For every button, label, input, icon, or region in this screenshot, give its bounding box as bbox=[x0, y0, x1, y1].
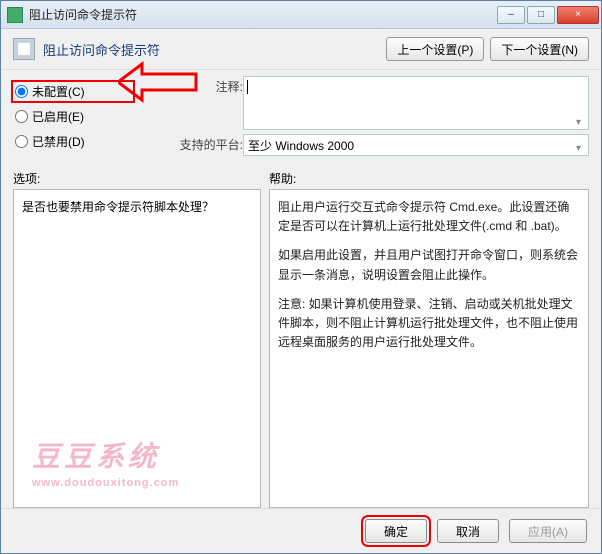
help-paragraph: 阻止用户运行交互式命令提示符 Cmd.exe。此设置还确定是否可以在计算机上运行… bbox=[278, 198, 580, 236]
dialog-window: 阻止访问命令提示符 – □ × 阻止访问命令提示符 上一个设置(P) 下一个设置… bbox=[0, 0, 602, 554]
options-pane[interactable]: 是否也要禁用命令提示符脚本处理？ 豆豆系统 www.doudouxitong.c… bbox=[13, 189, 261, 508]
policy-icon bbox=[13, 38, 35, 60]
panes: 是否也要禁用命令提示符脚本处理？ 豆豆系统 www.doudouxitong.c… bbox=[1, 189, 601, 508]
help-paragraph: 注意: 如果计算机使用登录、注销、启动或关机批处理文件脚本，则不阻止计算机运行批… bbox=[278, 295, 580, 353]
window-buttons: – □ × bbox=[495, 6, 599, 24]
radio-disabled[interactable]: 已禁用(D) bbox=[13, 132, 133, 151]
maximize-button[interactable]: □ bbox=[527, 6, 555, 24]
pane-labels: 选项: 帮助: bbox=[1, 162, 601, 189]
comment-label: 注释: bbox=[173, 76, 243, 130]
footer: 确定 取消 应用(A) bbox=[1, 508, 601, 553]
chevron-down-icon: ▾ bbox=[576, 117, 586, 127]
watermark: 豆豆系统 www.doudouxitong.com bbox=[32, 444, 179, 489]
radio-not-configured-label: 未配置(C) bbox=[32, 83, 85, 100]
policy-title: 阻止访问命令提示符 bbox=[43, 40, 380, 59]
radio-not-configured[interactable]: 未配置(C) bbox=[13, 82, 133, 101]
config-row: 未配置(C) 已启用(E) 已禁用(D) 注释: ▾ 支持的平台: bbox=[1, 70, 601, 162]
prev-setting-button[interactable]: 上一个设置(P) bbox=[386, 37, 484, 61]
options-label: 选项: bbox=[13, 170, 269, 187]
window-title: 阻止访问命令提示符 bbox=[29, 6, 495, 23]
watermark-url: www.doudouxitong.com bbox=[32, 478, 179, 489]
header: 阻止访问命令提示符 上一个设置(P) 下一个设置(N) bbox=[1, 29, 601, 70]
app-icon bbox=[7, 7, 23, 23]
options-text: 是否也要禁用命令提示符脚本处理？ bbox=[22, 198, 252, 215]
close-button[interactable]: × bbox=[557, 6, 599, 24]
radio-disabled-label: 已禁用(D) bbox=[32, 133, 85, 150]
radio-enabled-label: 已启用(E) bbox=[32, 108, 84, 125]
titlebar[interactable]: 阻止访问命令提示符 – □ × bbox=[1, 1, 601, 29]
watermark-title: 豆豆系统 bbox=[32, 444, 179, 472]
radio-enabled-input[interactable] bbox=[15, 110, 28, 123]
next-setting-button[interactable]: 下一个设置(N) bbox=[490, 37, 589, 61]
cancel-button[interactable]: 取消 bbox=[437, 519, 499, 543]
help-pane[interactable]: 阻止用户运行交互式命令提示符 Cmd.exe。此设置还确定是否可以在计算机上运行… bbox=[269, 189, 589, 508]
minimize-button[interactable]: – bbox=[497, 6, 525, 24]
radio-enabled[interactable]: 已启用(E) bbox=[13, 107, 133, 126]
chevron-down-icon: ▾ bbox=[576, 143, 586, 153]
platform-label: 支持的平台: bbox=[173, 134, 243, 156]
platform-field: 至少 Windows 2000 ▾ bbox=[243, 134, 589, 156]
ok-button[interactable]: 确定 bbox=[365, 519, 427, 543]
fields: 注释: ▾ 支持的平台: 至少 Windows 2000 ▾ bbox=[133, 76, 589, 160]
text-cursor bbox=[247, 80, 248, 94]
radio-not-configured-input[interactable] bbox=[15, 85, 28, 98]
state-radio-group: 未配置(C) 已启用(E) 已禁用(D) bbox=[13, 76, 133, 160]
radio-disabled-input[interactable] bbox=[15, 135, 28, 148]
help-label: 帮助: bbox=[269, 170, 296, 187]
comment-input[interactable]: ▾ bbox=[243, 76, 589, 130]
platform-value: 至少 Windows 2000 bbox=[248, 139, 354, 153]
help-paragraph: 如果启用此设置，并且用户试图打开命令窗口，则系统会显示一条消息，说明设置会阻止此… bbox=[278, 246, 580, 284]
apply-button[interactable]: 应用(A) bbox=[509, 519, 587, 543]
